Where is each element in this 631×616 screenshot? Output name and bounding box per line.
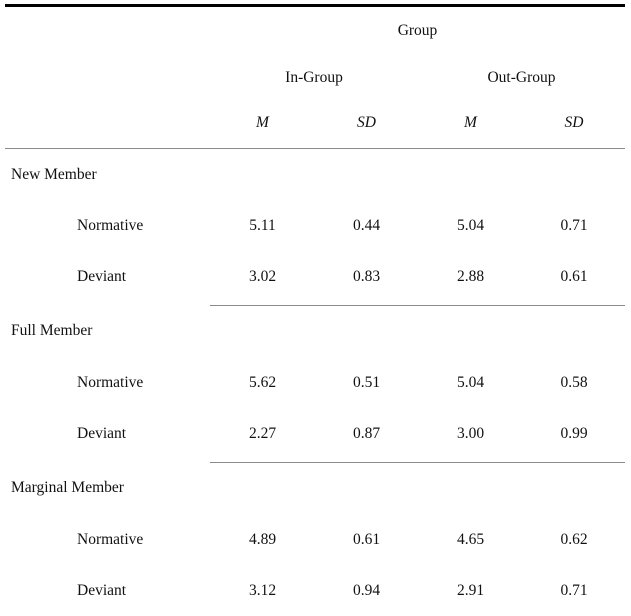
cell-full-member-deviant-out-sd: 0.99 <box>560 424 588 442</box>
cell-marginal-member-deviant-out-sd: 0.71 <box>560 581 588 599</box>
table-row: Normative 4.89 0.61 4.65 0.62 <box>5 514 625 565</box>
stat-header-sd-in-group: SD <box>357 114 376 131</box>
statistical-table: Group In-Group Out-Group M SD M SD New M… <box>5 0 625 616</box>
table-row: Full Member <box>5 306 625 358</box>
cell-new-member-deviant-out-sd: 0.61 <box>560 267 588 285</box>
stat-header-m-out-group: M <box>464 114 477 131</box>
cell-marginal-member-deviant-in-sd: 0.94 <box>352 581 381 599</box>
row-label-new-member-normative: Normative <box>77 216 144 234</box>
cell-new-member-normative-out-sd: 0.71 <box>560 216 588 234</box>
cell-new-member-normative-in-m: 5.11 <box>249 216 276 234</box>
group-row-blank-12 <box>523 463 625 515</box>
group-row-blank-11 <box>418 463 523 515</box>
stub-header-empty-3 <box>5 101 210 145</box>
cell-marginal-member-normative-in-sd: 0.61 <box>352 530 381 548</box>
stub-header-empty <box>5 6 210 55</box>
row-label-full-member-deviant: Deviant <box>77 424 127 442</box>
cell-new-member-normative-in-sd: 0.44 <box>352 216 381 234</box>
statistical-table-container: Group In-Group Out-Group M SD M SD New M… <box>0 0 631 610</box>
group-row-blank-4 <box>523 149 625 201</box>
group-row-blank-1 <box>210 149 315 201</box>
cell-marginal-member-deviant-out-m: 2.91 <box>456 581 485 599</box>
cell-full-member-deviant-in-m: 2.27 <box>248 424 277 442</box>
cell-full-member-deviant-out-m: 3.00 <box>456 424 485 442</box>
stub-header-empty-2 <box>5 54 210 101</box>
cell-marginal-member-deviant-in-m: 3.12 <box>248 581 277 599</box>
cell-marginal-member-normative-out-m: 4.65 <box>456 530 485 548</box>
table-row: Deviant 3.02 0.83 2.88 0.61 <box>5 251 625 302</box>
cell-marginal-member-normative-out-sd: 0.62 <box>560 530 588 548</box>
stat-header-m-in-group: M <box>256 114 269 131</box>
spanning-header-row: Group <box>5 6 625 55</box>
group-row-blank-2 <box>315 149 418 201</box>
group-row-blank-10 <box>315 463 418 515</box>
group-row-blank-3 <box>418 149 523 201</box>
group-row-blank-7 <box>418 306 523 358</box>
column-group-in-group: In-Group <box>285 68 343 86</box>
table-row: Normative 5.11 0.44 5.04 0.71 <box>5 200 625 251</box>
column-group-header-row: In-Group Out-Group <box>5 54 625 101</box>
cell-marginal-member-normative-in-m: 4.89 <box>248 530 277 548</box>
group-label-marginal-member: Marginal Member <box>11 479 124 497</box>
stat-header-row: M SD M SD <box>5 101 625 145</box>
table-row: Deviant 3.12 0.94 2.91 0.71 <box>5 565 625 616</box>
row-label-new-member-deviant: Deviant <box>77 267 127 285</box>
group-label-full-member: Full Member <box>11 322 93 340</box>
cell-full-member-normative-in-sd: 0.51 <box>352 373 381 391</box>
cell-new-member-deviant-in-sd: 0.83 <box>352 267 381 285</box>
row-label-marginal-member-normative: Normative <box>77 530 144 548</box>
table-row: New Member <box>5 149 625 201</box>
cell-new-member-deviant-in-m: 3.02 <box>248 267 277 285</box>
cell-new-member-deviant-out-m: 2.88 <box>456 267 485 285</box>
cell-new-member-normative-out-m: 5.04 <box>456 216 485 234</box>
column-group-out-group: Out-Group <box>487 68 556 86</box>
group-row-blank-8 <box>523 306 625 358</box>
table-row: Normative 5.62 0.51 5.04 0.58 <box>5 357 625 408</box>
cell-full-member-normative-out-sd: 0.58 <box>560 373 588 391</box>
cell-full-member-deviant-in-sd: 0.87 <box>352 424 381 442</box>
table-row: Deviant 2.27 0.87 3.00 0.99 <box>5 408 625 459</box>
group-row-blank-5 <box>210 306 315 358</box>
group-row-blank-6 <box>315 306 418 358</box>
table-row: Marginal Member <box>5 463 625 515</box>
row-label-full-member-normative: Normative <box>77 373 144 391</box>
stat-header-sd-out-group: SD <box>564 114 584 131</box>
row-label-marginal-member-deviant: Deviant <box>77 581 127 599</box>
group-row-blank-9 <box>210 463 315 515</box>
spanning-header-group: Group <box>397 21 438 39</box>
cell-full-member-normative-in-m: 5.62 <box>248 373 277 391</box>
cell-full-member-normative-out-m: 5.04 <box>456 373 485 391</box>
group-label-new-member: New Member <box>11 165 97 183</box>
